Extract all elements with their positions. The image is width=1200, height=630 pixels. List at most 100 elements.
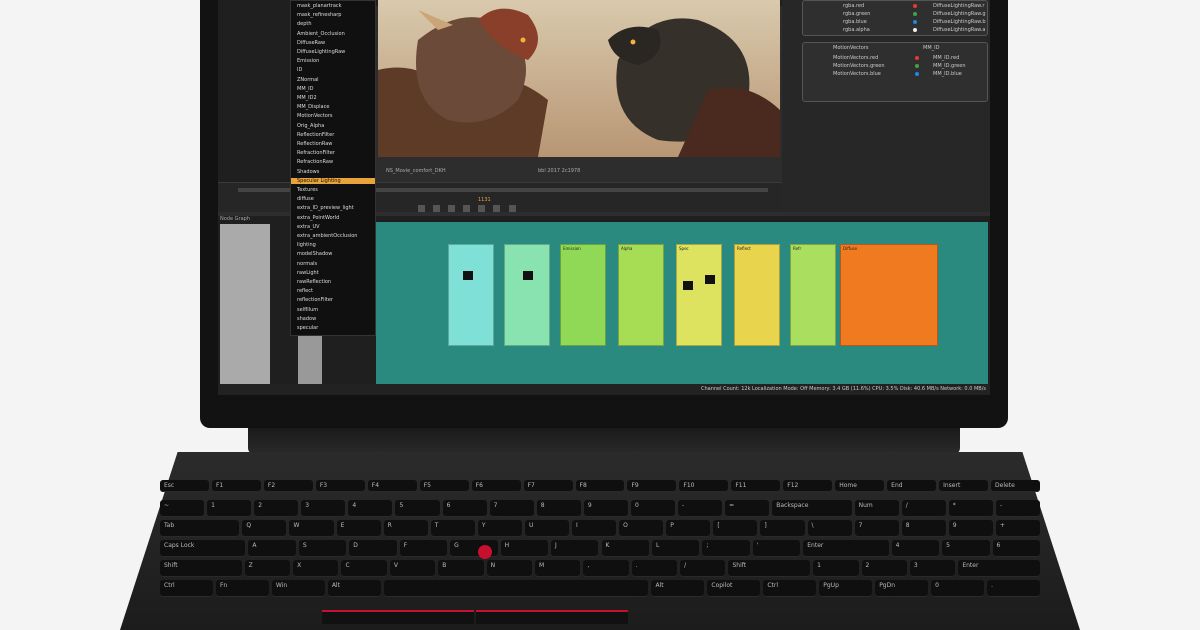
backdrop-node[interactable]: Alpha — [618, 244, 664, 346]
prev-frame-icon[interactable] — [448, 205, 456, 212]
key[interactable]: End — [887, 480, 937, 492]
key[interactable]: V — [389, 560, 436, 577]
key[interactable]: F12 — [783, 480, 833, 492]
menu-item[interactable]: mask_planartrack — [297, 3, 342, 9]
green-dot-icon[interactable] — [915, 64, 919, 68]
key[interactable]: F — [399, 540, 448, 557]
key[interactable]: 2 — [254, 500, 299, 517]
menu-item[interactable]: MM_Displace — [297, 104, 329, 110]
menu-item[interactable]: mask_refinesharp — [297, 12, 341, 18]
key[interactable]: L — [651, 540, 700, 557]
menu-item[interactable]: Emission — [297, 58, 319, 64]
menu-item[interactable]: shadow — [297, 316, 316, 322]
key[interactable]: [ — [713, 520, 758, 537]
key[interactable]: Fn — [215, 580, 269, 597]
key[interactable]: 3 — [301, 500, 346, 517]
key[interactable]: 8 — [901, 520, 946, 537]
key[interactable]: S — [298, 540, 347, 557]
node-graph-canvas[interactable]: Emission Alpha Spec Reflect Refr Diffuse — [376, 222, 988, 384]
key[interactable]: 9 — [583, 500, 628, 517]
key[interactable]: A — [248, 540, 296, 557]
key[interactable]: 1 — [813, 560, 859, 577]
playback-controls[interactable] — [418, 197, 519, 212]
blue-dot-icon[interactable] — [915, 72, 919, 76]
next-frame-icon[interactable] — [478, 205, 486, 212]
key[interactable]: Ctrl — [160, 580, 213, 597]
key[interactable]: 9 — [948, 520, 993, 537]
shuffle-node-top[interactable]: rgba.red rgba.green rgba.blue rgba.alpha… — [802, 0, 988, 36]
key[interactable]: 0 — [630, 500, 676, 517]
key[interactable]: 4 — [348, 500, 393, 517]
key[interactable]: P — [666, 520, 711, 537]
trackpoint[interactable] — [478, 545, 492, 559]
shuffle-node-bottom[interactable]: MotionVectors MM_ID MotionVectors.red Mo… — [802, 42, 988, 102]
menu-item[interactable]: MM_ID2 — [297, 95, 317, 101]
key[interactable]: 6 — [442, 500, 487, 517]
key[interactable]: \ — [807, 520, 852, 537]
menu-item[interactable]: Orig_Alpha — [297, 123, 324, 129]
key[interactable]: PgUp — [819, 580, 873, 597]
menu-item[interactable]: rawReflection — [297, 279, 331, 285]
key[interactable]: Delete — [991, 480, 1040, 492]
backdrop-node[interactable]: Refr — [790, 244, 836, 346]
key[interactable]: Z — [244, 560, 291, 577]
key[interactable]: 8 — [536, 500, 581, 517]
rewind-icon[interactable] — [418, 205, 425, 212]
key[interactable]: - — [678, 500, 723, 517]
key[interactable]: Caps Lock — [160, 540, 246, 557]
key[interactable]: Shift — [728, 560, 811, 577]
menu-item[interactable]: DiffuseRaw — [297, 40, 325, 46]
backdrop-node[interactable]: Diffuse — [840, 244, 938, 346]
right-trackpoint-button[interactable] — [476, 610, 628, 624]
menu-item[interactable]: MotionVectors — [297, 113, 333, 119]
key[interactable]: ; — [702, 540, 750, 557]
key[interactable]: 5 — [942, 540, 990, 557]
key[interactable]: 6 — [992, 540, 1040, 557]
left-trackpoint-button[interactable] — [322, 610, 474, 624]
key[interactable]: Tab — [160, 520, 240, 537]
menu-item[interactable]: lighting — [297, 242, 316, 248]
menu-item[interactable]: RefractionFilter — [297, 150, 335, 156]
key[interactable]: F9 — [627, 480, 677, 492]
key[interactable]: + — [995, 520, 1040, 537]
menu-item[interactable]: modelShadow — [297, 251, 332, 257]
key[interactable]: Copilot — [707, 580, 761, 597]
menu-item[interactable]: extra_PointWorld — [297, 215, 339, 221]
key[interactable]: W — [289, 520, 334, 537]
green-dot-icon[interactable] — [913, 12, 917, 16]
key[interactable]: ~ — [160, 500, 205, 517]
key[interactable]: F8 — [575, 480, 625, 492]
menu-item[interactable]: ZNormal — [297, 77, 319, 83]
menu-item[interactable]: DiffuseLightingRaw — [297, 49, 345, 55]
menu-item[interactable]: specular — [297, 325, 318, 331]
key[interactable]: F7 — [523, 480, 573, 492]
menu-item[interactable]: normals — [297, 261, 317, 267]
key[interactable]: N — [486, 560, 532, 577]
key[interactable]: 7 — [489, 500, 534, 517]
backdrop-node[interactable]: Emission — [560, 244, 606, 346]
key[interactable]: F5 — [419, 480, 469, 492]
key[interactable] — [383, 580, 649, 597]
key[interactable]: D — [349, 540, 397, 557]
key[interactable]: Ctrl — [763, 580, 817, 597]
backdrop-node[interactable]: Reflect — [734, 244, 780, 346]
key[interactable]: / — [901, 500, 946, 517]
key[interactable]: C — [341, 560, 387, 577]
key[interactable]: * — [948, 500, 993, 517]
key[interactable]: , — [583, 560, 629, 577]
backdrop-node[interactable] — [448, 244, 494, 346]
key[interactable]: Shift — [160, 560, 242, 577]
key[interactable]: U — [524, 520, 570, 537]
key[interactable]: = — [725, 500, 770, 517]
alpha-dot-icon[interactable] — [913, 28, 917, 32]
menu-item[interactable]: selfIllum — [297, 307, 318, 313]
key[interactable]: . — [631, 560, 678, 577]
key[interactable]: M — [534, 560, 581, 577]
menu-item[interactable]: ReflectionRaw — [297, 141, 332, 147]
fast-forward-icon[interactable] — [508, 205, 516, 212]
menu-item[interactable]: RefractionRaw — [297, 159, 333, 165]
key[interactable]: R — [383, 520, 428, 537]
key[interactable]: 3 — [909, 560, 956, 577]
key[interactable]: Q — [242, 520, 287, 537]
key[interactable]: Win — [271, 580, 325, 597]
